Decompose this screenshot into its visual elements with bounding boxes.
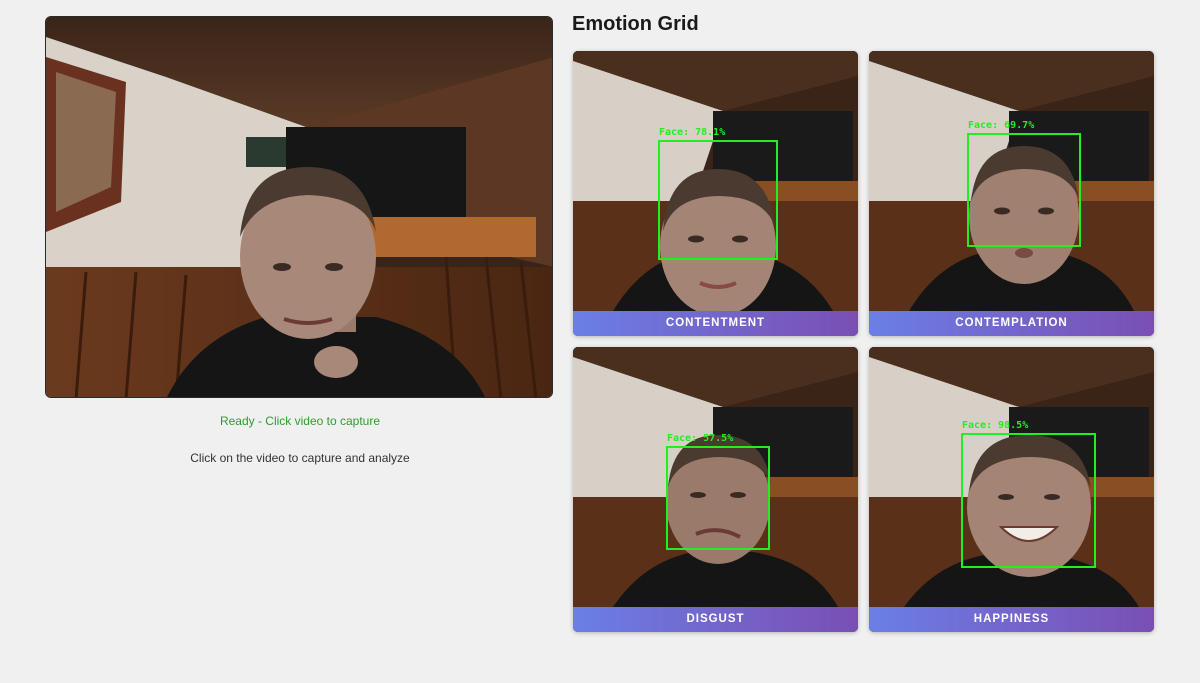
- face-confidence-label: Face: 78.1%: [659, 127, 725, 138]
- capture-instruction: Click on the video to capture and analyz…: [190, 451, 410, 465]
- emotion-card-disgust[interactable]: Face: 57.5% DISGUST: [573, 347, 858, 632]
- emotion-grid-title: Emotion Grid: [572, 13, 699, 35]
- emotion-card-contemplation[interactable]: Face: 69.7% CONTEMPLATION: [869, 51, 1154, 336]
- emotion-label: CONTEMPLATION: [869, 311, 1154, 336]
- capture-status: Ready - Click video to capture: [219, 414, 381, 428]
- emotion-card-contentment[interactable]: Face: 78.1% CONTENTMENT: [573, 51, 858, 336]
- emotion-snapshot: Face: 98.5%: [869, 347, 1154, 607]
- face-confidence-label: Face: 98.5%: [962, 420, 1028, 431]
- emotion-snapshot: Face: 69.7%: [869, 51, 1154, 311]
- emotion-snapshot: Face: 78.1%: [573, 51, 858, 311]
- webcam-video[interactable]: [45, 16, 553, 398]
- emotion-label: DISGUST: [573, 607, 858, 632]
- emotion-snapshot: Face: 57.5%: [573, 347, 858, 607]
- emotion-card-happiness[interactable]: Face: 98.5% HAPPINESS: [869, 347, 1154, 632]
- face-confidence-label: Face: 69.7%: [968, 120, 1034, 131]
- webcam-scene: [46, 17, 552, 397]
- emotion-label: CONTENTMENT: [573, 311, 858, 336]
- face-confidence-label: Face: 57.5%: [667, 433, 733, 444]
- app-page: Ready - Click video to capture Click on …: [0, 0, 1200, 683]
- emotion-label: HAPPINESS: [869, 607, 1154, 632]
